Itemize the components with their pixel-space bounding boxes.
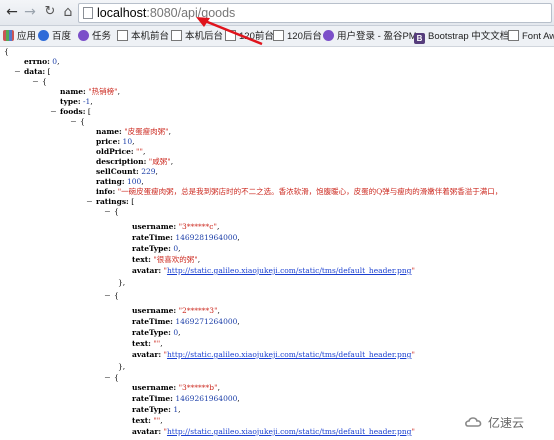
json-line-brace: { (42, 77, 47, 86)
bookmark-user-login[interactable]: 用户登录 - 盈谷PM (323, 29, 417, 44)
json-viewer: { errno: 0, − data: [ − { name: "热销榜", t… (0, 47, 554, 440)
bookmark-apps[interactable]: 应用 (3, 29, 36, 44)
back-button[interactable]: ← (3, 3, 21, 21)
address-bar[interactable]: localhost:8080/api/goods (78, 3, 552, 23)
reload-icon: ↻ (44, 4, 56, 19)
rating-text: text: "", (132, 416, 163, 425)
rating-ratetype: rateType: 1, (132, 405, 181, 414)
rating-ratetime: rateTime: 1469261964000, (132, 394, 240, 403)
json-line-description: description: "咸粥", (96, 157, 174, 166)
watermark: 亿速云 (464, 412, 548, 434)
page-icon (171, 30, 182, 41)
bookmark-120-front[interactable]: 120前台 (225, 29, 274, 44)
json-line-name: name: "热销榜", (60, 87, 120, 96)
browser-toolbar: ← → ↻ ⌂ localhost:8080/api/goods (0, 0, 554, 26)
rating-username: username: "2******3", (132, 306, 220, 315)
collapse-toggle[interactable]: − (14, 67, 21, 77)
page-icon (117, 30, 128, 41)
baidu-icon (38, 30, 49, 41)
rating-text: text: "很喜欢的粥", (132, 255, 201, 264)
json-line-info: info: "一碗皮蛋瘦肉粥，总是我到粥店时的不二之选。香浓软滑，饱腹暖心，皮蛋… (96, 187, 503, 196)
avatar-link[interactable]: http://static.galileo.xiaojukeji.com/sta… (167, 427, 411, 436)
cloud-logo-icon (465, 417, 482, 427)
json-line-data: data: [ (24, 67, 51, 76)
json-line-brace: { (114, 291, 119, 300)
collapse-toggle[interactable]: − (50, 107, 57, 117)
url-text[interactable]: localhost:8080/api/goods (97, 4, 235, 22)
apps-icon (3, 30, 14, 41)
home-button[interactable]: ⌂ (59, 3, 77, 21)
bookmark-120-back[interactable]: 120后台 (273, 29, 322, 44)
rating-ratetype: rateType: 0, (132, 328, 181, 337)
collapse-toggle[interactable]: − (104, 291, 111, 301)
collapse-toggle[interactable]: − (86, 197, 93, 207)
rating-ratetime: rateTime: 1469281964000, (132, 233, 240, 242)
arrow-left-icon: ← (6, 4, 18, 20)
json-line-type: type: -1, (60, 97, 93, 106)
bookmark-local-front[interactable]: 本机前台 (117, 29, 169, 44)
collapse-toggle[interactable]: − (32, 77, 39, 87)
rating-avatar: avatar: "http://static.galileo.xiaojukej… (132, 266, 415, 275)
rating-username: username: "3******c", (132, 222, 220, 231)
bookmarks-bar: 应用 百度 任务 本机前台 本机后台 120前台 120后台 用户登录 - 盈谷… (0, 26, 554, 47)
avatar-link[interactable]: http://static.galileo.xiaojukeji.com/sta… (167, 350, 411, 359)
collapse-toggle[interactable]: − (104, 373, 111, 383)
collapse-toggle[interactable]: − (70, 117, 77, 127)
rating-ratetime: rateTime: 1469271264000, (132, 317, 240, 326)
page-icon (225, 30, 236, 41)
page-icon (83, 7, 93, 19)
arrow-right-icon: → (24, 4, 36, 20)
avatar-link[interactable]: http://static.galileo.xiaojukeji.com/sta… (167, 266, 411, 275)
bootstrap-icon: B (414, 33, 425, 44)
bookmark-bootstrap[interactable]: B Bootstrap 中文文档 (414, 29, 509, 44)
json-line-brace: { (114, 373, 119, 382)
json-line-close: }, (118, 278, 126, 287)
json-line-brace: { (80, 117, 85, 126)
json-line-sellcount: sellCount: 229, (96, 167, 158, 176)
home-icon: ⌂ (63, 4, 73, 20)
pm-icon (323, 30, 334, 41)
reload-button[interactable]: ↻ (41, 3, 59, 21)
url-path: :8080/api/goods (146, 6, 236, 20)
json-line-close: }, (118, 362, 126, 371)
bookmark-task[interactable]: 任务 (78, 29, 111, 44)
json-line-food-name: name: "皮蛋瘦肉粥", (96, 127, 171, 136)
rating-avatar: avatar: "http://static.galileo.xiaojukej… (132, 427, 415, 436)
json-line-errno: errno: 0, (24, 57, 60, 66)
page-icon (273, 30, 284, 41)
rating-ratetype: rateType: 0, (132, 244, 181, 253)
rating-avatar: avatar: "http://static.galileo.xiaojukej… (132, 350, 415, 359)
json-line-ratings: ratings: [ (96, 197, 135, 206)
json-line-oldprice: oldPrice: "", (96, 147, 146, 156)
json-open-brace: { (4, 47, 9, 56)
forward-button[interactable]: → (21, 3, 39, 21)
json-line-brace: { (114, 207, 119, 216)
rating-text: text: "", (132, 339, 163, 348)
json-line-rating: rating: 100, (96, 177, 144, 186)
rating-username: username: "3******b", (132, 383, 220, 392)
json-line-foods: foods: [ (60, 107, 91, 116)
collapse-toggle[interactable]: − (104, 207, 111, 217)
bookmark-local-back[interactable]: 本机后台 (171, 29, 223, 44)
bookmark-font-awesome[interactable]: Font Awe (508, 29, 554, 44)
task-icon (78, 30, 89, 41)
bookmark-baidu[interactable]: 百度 (38, 29, 71, 44)
url-host: localhost (97, 6, 147, 20)
page-icon (508, 30, 519, 41)
json-line-price: price: 10, (96, 137, 135, 146)
